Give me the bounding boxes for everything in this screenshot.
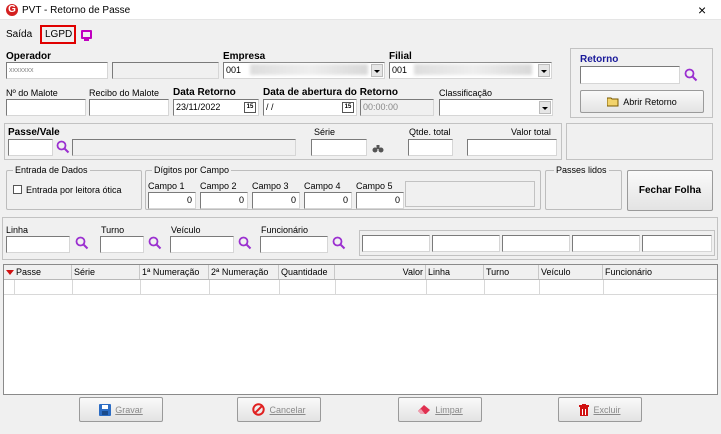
data-abertura-label: Data de abertura do Retorno: [263, 87, 399, 98]
hora-abertura-field: 00:00:00: [360, 99, 434, 116]
side-panel: [566, 123, 713, 160]
turno-input[interactable]: [100, 236, 144, 253]
folder-icon: [607, 97, 619, 106]
trash-icon: [579, 403, 590, 416]
campo4-input[interactable]: 0: [304, 192, 352, 209]
operador-name-field: [112, 62, 219, 79]
menu-saida[interactable]: Saída: [6, 30, 32, 40]
sort-indicator-icon: [6, 270, 14, 275]
gravar-button[interactable]: Gravar: [79, 397, 163, 422]
monitor-icon[interactable]: [81, 30, 92, 39]
binoculars-icon[interactable]: [372, 144, 384, 153]
operador-label: Operador: [6, 51, 52, 62]
filter-desc-fields: [359, 230, 715, 256]
campo5-input[interactable]: 0: [356, 192, 404, 209]
digitos-preview: [405, 181, 535, 207]
calendar-icon[interactable]: 15: [342, 102, 354, 113]
menu-bar: Saída LGPD: [0, 21, 721, 47]
passe-desc-field: [72, 139, 296, 156]
recibo-label: Recibo do Malote: [89, 88, 160, 98]
col-num1[interactable]: 1ª Numeração: [140, 265, 209, 279]
serie-label: Série: [314, 127, 336, 137]
passe-input[interactable]: [8, 139, 53, 156]
linha-label: Linha: [6, 225, 29, 235]
excluir-button[interactable]: Excluir: [558, 397, 642, 422]
title-bar: G PVT - Retorno de Passe ×: [0, 0, 721, 20]
search-icon[interactable]: [75, 236, 89, 250]
col-serie[interactable]: Série: [72, 265, 140, 279]
col-linha[interactable]: Linha: [426, 265, 484, 279]
col-quantidade[interactable]: Quantidade: [279, 265, 335, 279]
close-icon[interactable]: ×: [698, 3, 706, 17]
qtde-input[interactable]: [408, 139, 453, 156]
save-icon: [99, 403, 112, 416]
veiculo-input[interactable]: [170, 236, 234, 253]
passes-lidos-group: Passes lidos: [545, 165, 622, 210]
retorno-input[interactable]: [580, 66, 680, 84]
eraser-icon: [418, 405, 431, 414]
campo2-label: Campo 2: [200, 181, 237, 191]
retorno-label: Retorno: [580, 54, 619, 65]
malote-label: Nº do Malote: [6, 88, 58, 98]
empresa-label: Empresa: [223, 51, 266, 62]
search-icon[interactable]: [684, 68, 698, 82]
funcionario-input[interactable]: [260, 236, 328, 253]
chevron-down-icon[interactable]: [539, 101, 551, 114]
grid-header: Passe Série 1ª Numeração 2ª Numeração Qu…: [4, 265, 717, 280]
campo4-label: Campo 4: [304, 181, 341, 191]
search-icon[interactable]: [56, 140, 70, 154]
passe-label: Passe/Vale: [8, 127, 60, 138]
classificacao-label: Classificação: [439, 88, 493, 98]
classificacao-select[interactable]: [439, 99, 553, 116]
leitora-checkbox[interactable]: [13, 185, 22, 194]
passes-grid[interactable]: Passe Série 1ª Numeração 2ª Numeração Qu…: [3, 264, 718, 395]
col-passe[interactable]: Passe: [14, 265, 72, 279]
data-retorno-label: Data Retorno: [173, 87, 236, 98]
col-num2[interactable]: 2ª Numeração: [209, 265, 279, 279]
window-title: PVT - Retorno de Passe: [22, 5, 131, 16]
campo1-label: Campo 1: [148, 181, 185, 191]
campo5-label: Campo 5: [356, 181, 393, 191]
valor-input[interactable]: [467, 139, 557, 156]
col-veiculo[interactable]: Veículo: [539, 265, 603, 279]
linha-input[interactable]: [6, 236, 70, 253]
col-valor[interactable]: Valor: [335, 265, 426, 279]
campo2-input[interactable]: 0: [200, 192, 248, 209]
search-icon[interactable]: [148, 236, 162, 250]
table-row[interactable]: [4, 280, 717, 295]
app-logo-icon: G: [6, 4, 18, 16]
col-funcionario[interactable]: Funcionário: [603, 265, 717, 279]
serie-input[interactable]: [311, 139, 367, 156]
calendar-icon[interactable]: 15: [244, 102, 256, 113]
turno-label: Turno: [101, 225, 125, 235]
chevron-down-icon[interactable]: [371, 64, 383, 77]
campo3-input[interactable]: 0: [252, 192, 300, 209]
chevron-down-icon[interactable]: [538, 64, 550, 77]
limpar-button[interactable]: Limpar: [398, 397, 482, 422]
abrir-retorno-button[interactable]: Abrir Retorno: [580, 90, 704, 113]
funcionario-label: Funcionário: [261, 225, 309, 235]
qtde-label: Qtde. total: [409, 127, 451, 137]
cancel-icon: [252, 403, 266, 416]
campo1-input[interactable]: 0: [148, 192, 196, 209]
search-icon[interactable]: [332, 236, 346, 250]
fechar-folha-button[interactable]: Fechar Folha: [627, 170, 713, 211]
search-icon[interactable]: [238, 236, 252, 250]
campo3-label: Campo 3: [252, 181, 289, 191]
leitora-label: Entrada por leitora ótica: [26, 185, 122, 195]
recibo-input[interactable]: [89, 99, 169, 116]
filial-label: Filial: [389, 51, 412, 62]
operador-input[interactable]: xxxxxxx: [6, 62, 108, 79]
menu-lgpd[interactable]: LGPD: [40, 25, 76, 44]
veiculo-label: Veículo: [171, 225, 201, 235]
malote-input[interactable]: [6, 99, 86, 116]
cancelar-button[interactable]: Cancelar: [237, 397, 321, 422]
valor-label: Valor total: [511, 127, 551, 137]
col-turno[interactable]: Turno: [484, 265, 539, 279]
